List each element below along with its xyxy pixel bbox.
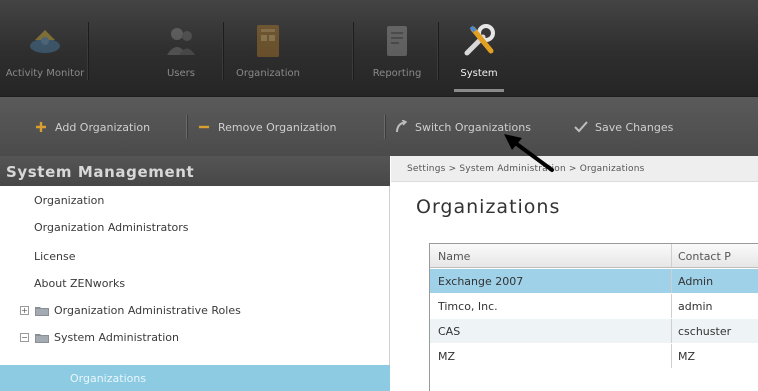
add-organization-label: Add Organization bbox=[55, 120, 151, 134]
table-row[interactable]: CAS cschuster bbox=[430, 319, 758, 343]
sidebar-item-system-administration[interactable]: − System Administration bbox=[0, 326, 390, 349]
cell-contact: cschuster bbox=[678, 325, 732, 338]
page-title: Organizations bbox=[416, 196, 561, 218]
system-tools-icon bbox=[459, 22, 499, 60]
table-row[interactable]: Timco, Inc. admin bbox=[430, 294, 758, 318]
cell-name: MZ bbox=[430, 344, 672, 368]
nav-label: System bbox=[460, 68, 498, 79]
switch-icon bbox=[394, 120, 408, 134]
nav-label: Activity Monitor bbox=[5, 68, 85, 79]
cell-name: Exchange 2007 bbox=[430, 269, 672, 293]
nav-reporting[interactable]: Reporting bbox=[358, 0, 436, 96]
column-header-name[interactable]: Name bbox=[430, 244, 672, 267]
reporting-icon bbox=[377, 22, 417, 60]
remove-organization-label: Remove Organization bbox=[218, 120, 337, 134]
table-header-row: Name Contact P bbox=[430, 244, 758, 268]
breadcrumb: Settings > System Administration > Organ… bbox=[391, 156, 758, 182]
nav-separator bbox=[87, 22, 88, 80]
nav-separator bbox=[222, 22, 223, 80]
sidebar-item-organization-administrators[interactable]: Organization Administrators bbox=[0, 216, 390, 239]
nav-label: Reporting bbox=[372, 68, 422, 79]
sidebar-item-organization[interactable]: Organization bbox=[0, 189, 390, 212]
nav-organization[interactable]: Organization bbox=[229, 0, 307, 96]
table-row[interactable]: MZ MZ bbox=[430, 344, 758, 368]
save-changes-label: Save Changes bbox=[595, 120, 674, 134]
organizations-table: Name Contact P Exchange 2007 Admin Timco… bbox=[429, 243, 758, 391]
annotation-arrow bbox=[504, 134, 554, 172]
active-tab-underline bbox=[454, 89, 504, 92]
table-row[interactable]: Exchange 2007 Admin bbox=[430, 269, 758, 293]
add-organization-button[interactable]: Add Organization bbox=[34, 117, 150, 137]
sidebar-item-label: System Administration bbox=[54, 331, 180, 344]
toolbar-separator bbox=[186, 115, 187, 139]
nav-system[interactable]: System bbox=[440, 0, 518, 96]
sidebar-item-organization-administrative-roles[interactable]: + Organization Administrative Roles bbox=[0, 299, 390, 322]
sidebar-header: System Management bbox=[0, 156, 390, 186]
nav-label: Users bbox=[166, 68, 195, 79]
action-toolbar: Add Organization Remove Organization Swi… bbox=[0, 96, 758, 156]
nav-label: Organization bbox=[236, 68, 300, 79]
activity-monitor-icon bbox=[25, 22, 65, 60]
cell-contact: admin bbox=[678, 300, 713, 313]
sidebar-item-label: About ZENworks bbox=[34, 277, 126, 290]
column-header-contact[interactable]: Contact P bbox=[672, 244, 758, 267]
cell-name: CAS bbox=[430, 319, 672, 343]
checkmark-icon bbox=[574, 120, 588, 134]
sidebar-item-license[interactable]: License bbox=[0, 245, 390, 268]
folder-icon bbox=[35, 332, 49, 343]
collapse-toggle[interactable]: − bbox=[20, 333, 29, 342]
users-icon bbox=[161, 22, 201, 60]
nav-separator bbox=[437, 22, 438, 80]
nav-users[interactable]: Users bbox=[142, 0, 220, 96]
sidebar-item-label: Organizations bbox=[70, 371, 147, 385]
sidebar-item-label: Organization Administrative Roles bbox=[54, 304, 241, 317]
sidebar-item-label: Organization bbox=[34, 194, 105, 207]
cell-name: Timco, Inc. bbox=[430, 294, 672, 318]
plus-icon bbox=[34, 120, 48, 134]
cell-contact: Admin bbox=[678, 275, 714, 288]
sidebar-item-organizations[interactable]: Organizations bbox=[0, 365, 390, 391]
nav-separator bbox=[352, 22, 353, 80]
sidebar-item-label: Organization Administrators bbox=[34, 221, 189, 234]
cell-contact: MZ bbox=[678, 350, 696, 363]
minus-icon bbox=[197, 120, 211, 134]
top-navigation-bar: Activity Monitor Users Organization Repo… bbox=[0, 0, 758, 96]
expand-toggle[interactable]: + bbox=[20, 306, 29, 315]
save-changes-button[interactable]: Save Changes bbox=[574, 117, 673, 137]
nav-activity-monitor[interactable]: Activity Monitor bbox=[6, 0, 84, 96]
toolbar-separator bbox=[384, 115, 385, 139]
sidebar-item-label: License bbox=[34, 250, 76, 263]
sidebar-item-about-zenworks[interactable]: About ZENworks bbox=[0, 272, 390, 295]
sidebar: Organization Organization Administrators… bbox=[0, 186, 390, 391]
remove-organization-button[interactable]: Remove Organization bbox=[197, 117, 336, 137]
folder-icon bbox=[35, 305, 49, 316]
organization-icon bbox=[248, 22, 288, 60]
